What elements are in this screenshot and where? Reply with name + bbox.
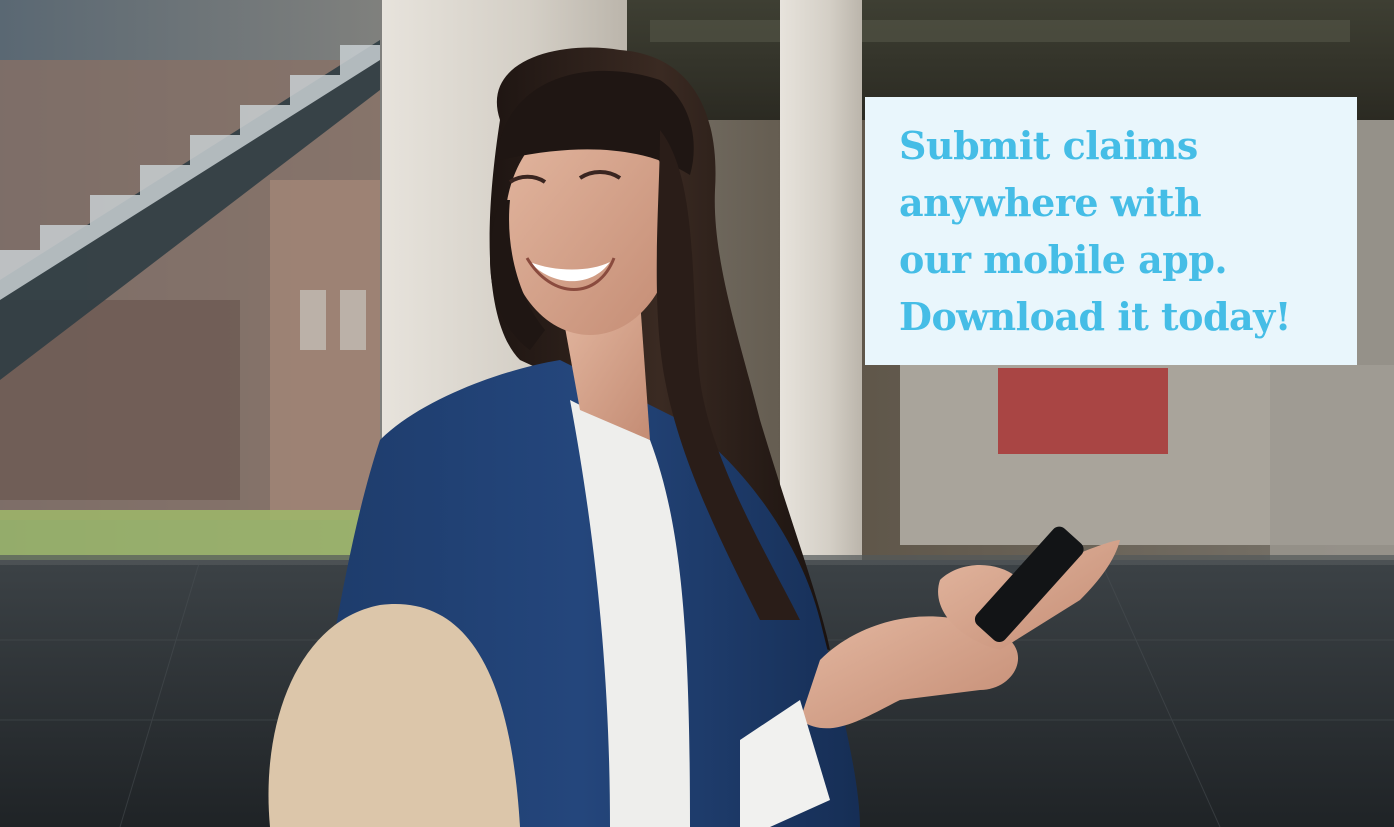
headline-line-3: our mobile app. <box>899 237 1228 282</box>
headline-line-1: Submit claims <box>899 123 1198 168</box>
headline-line-2: anywhere with <box>899 180 1202 225</box>
hero-banner: Submit claims anywhere with our mobile a… <box>0 0 1394 827</box>
headline-line-4: Download it today! <box>899 294 1291 339</box>
headline-callout: Submit claims anywhere with our mobile a… <box>865 97 1357 365</box>
